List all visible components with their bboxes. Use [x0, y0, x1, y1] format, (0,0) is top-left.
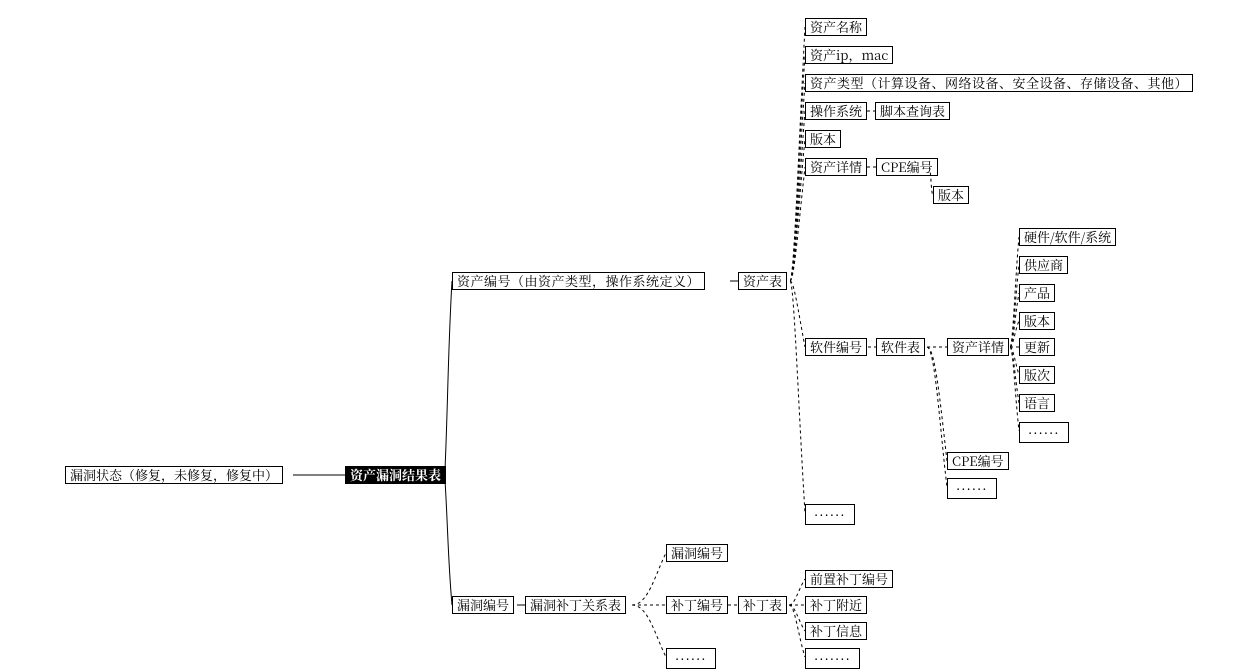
asset-name: 资产名称 [805, 18, 867, 36]
hw-sw-sys: 硬件/软件/系统 [1019, 228, 1116, 246]
asset-version-label: 版本 [810, 129, 836, 148]
asset-table-label: 资产表 [743, 271, 782, 290]
pre-patch-id: 前置补丁编号 [805, 570, 893, 588]
vuln-id-solo: 漏洞编号 [666, 544, 728, 562]
vendor: 供应商 [1019, 256, 1068, 274]
asset-id: 资产编号（由资产类型，操作系统定义） [452, 272, 705, 290]
vuln-id: 漏洞编号 [452, 596, 514, 614]
vuln-id-label: 漏洞编号 [457, 595, 509, 614]
vuln-patch-more-label: ...... [675, 645, 707, 664]
asset-more-label: ...... [814, 501, 846, 520]
asset-vuln-result-table-label: 资产漏洞结果表 [350, 465, 441, 484]
asset-type-label: 资产类型（计算设备、网络设备、安全设备、存储设备、其他） [810, 73, 1188, 92]
language-label: 语言 [1024, 393, 1050, 412]
software-table: 软件表 [876, 338, 925, 356]
software-asset-detail: 资产详情 [947, 338, 1009, 356]
asset-os-label: 操作系统 [810, 101, 862, 120]
asset-version: 版本 [805, 130, 841, 148]
sw-detail-more: ...... [1019, 422, 1069, 443]
asset-name-label: 资产名称 [810, 17, 862, 36]
asset-type: 资产类型（计算设备、网络设备、安全设备、存储设备、其他） [805, 74, 1193, 92]
asset-ip-mac: 资产ip，mac [805, 46, 893, 64]
patch-info-label: 补丁信息 [810, 621, 862, 640]
vuln-patch-more: ...... [666, 648, 716, 669]
edition: 版次 [1019, 366, 1055, 384]
asset-vuln-result-table: 资产漏洞结果表 [345, 466, 446, 484]
asset-detail: 资产详情 [805, 158, 867, 176]
pre-patch-id-label: 前置补丁编号 [810, 569, 888, 588]
sw-version: 版本 [1019, 312, 1055, 330]
script-query-table-label: 脚本查询表 [880, 101, 945, 120]
sw-cpe-more: ...... [947, 478, 997, 499]
patch-info: 补丁信息 [805, 622, 867, 640]
asset-id-label: 资产编号（由资产类型，操作系统定义） [457, 271, 700, 290]
patch-more-label: ....... [814, 645, 851, 664]
software-asset-detail-label: 资产详情 [952, 337, 1004, 356]
vuln-patch-rel-table-label: 漏洞补丁关系表 [530, 595, 621, 614]
asset-more: ...... [805, 504, 855, 525]
script-query-table: 脚本查询表 [875, 102, 950, 120]
vuln-patch-rel-table: 漏洞补丁关系表 [525, 596, 626, 614]
patch-id-label: 补丁编号 [671, 595, 723, 614]
edition-label: 版次 [1024, 365, 1050, 384]
software-table-label: 软件表 [881, 337, 920, 356]
software-id: 软件编号 [805, 338, 867, 356]
patch-table: 补丁表 [738, 596, 787, 614]
sw-version-label: 版本 [1024, 311, 1050, 330]
sw-cpe-more-label: ...... [956, 475, 988, 494]
vuln-id-solo-label: 漏洞编号 [671, 543, 723, 562]
software-id-label: 软件编号 [810, 337, 862, 356]
vendor-label: 供应商 [1024, 255, 1063, 274]
cpe-id-label: CPE编号 [881, 157, 933, 176]
asset-table: 资产表 [738, 272, 787, 290]
sw-cpe-id: CPE编号 [947, 452, 1009, 470]
cpe-id: CPE编号 [876, 158, 938, 176]
cpe-version: 版本 [933, 186, 969, 204]
patch-near-label: 补丁附近 [810, 595, 862, 614]
product: 产品 [1019, 284, 1055, 302]
connector-lines [0, 0, 1239, 672]
patch-more: ....... [805, 648, 860, 669]
vuln-status-label: 漏洞状态（修复，未修复，修复中） [70, 465, 278, 484]
asset-ip-mac-label: 资产ip，mac [810, 45, 888, 64]
cpe-version-label: 版本 [938, 185, 964, 204]
update: 更新 [1019, 338, 1055, 356]
asset-detail-label: 资产详情 [810, 157, 862, 176]
sw-detail-more-label: ...... [1028, 419, 1060, 438]
update-label: 更新 [1024, 337, 1050, 356]
vuln-status: 漏洞状态（修复，未修复，修复中） [65, 466, 283, 484]
sw-cpe-id-label: CPE编号 [952, 451, 1004, 470]
product-label: 产品 [1024, 283, 1050, 302]
patch-table-label: 补丁表 [743, 595, 782, 614]
asset-os: 操作系统 [805, 102, 867, 120]
language: 语言 [1019, 394, 1055, 412]
patch-near: 补丁附近 [805, 596, 867, 614]
hw-sw-sys-label: 硬件/软件/系统 [1024, 227, 1111, 246]
patch-id: 补丁编号 [666, 596, 728, 614]
